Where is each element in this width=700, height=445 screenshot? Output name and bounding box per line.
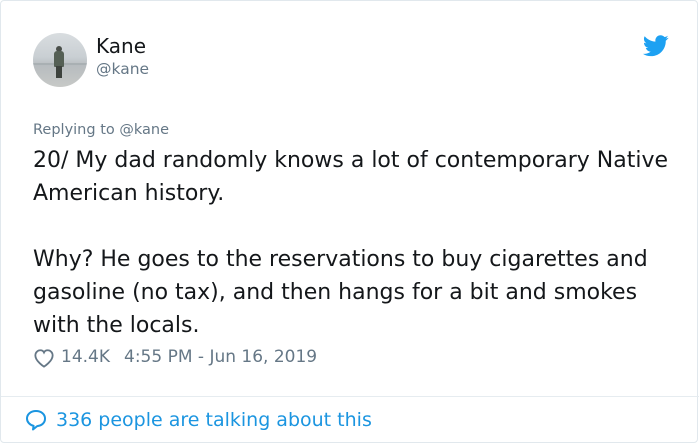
tweet-meta: 14.4K 4:55 PM - Jun 16, 2019 [33, 345, 317, 369]
replying-to[interactable]: Replying to @kane [33, 120, 169, 140]
author-handle[interactable]: @kane [96, 59, 149, 79]
tweet-paragraph: Why? He goes to the reservations to buy … [33, 247, 648, 338]
tweet-paragraph: 20/ My dad randomly knows a lot of conte… [33, 148, 669, 206]
heart-icon[interactable] [33, 348, 55, 368]
conversation-count[interactable]: 336 people are talking about this [56, 407, 372, 433]
speech-bubble-icon [26, 410, 46, 431]
tweet-card: Kane @kane Replying to @kane 20/ My dad … [0, 0, 699, 443]
timestamp[interactable]: 4:55 PM - Jun 16, 2019 [124, 345, 317, 369]
tweet-text: 20/ My dad randomly knows a lot of conte… [33, 144, 673, 342]
avatar-figure-legs [56, 66, 62, 78]
twitter-bird-icon[interactable] [643, 35, 669, 57]
conversation-link[interactable]: 336 people are talking about this [24, 407, 372, 433]
like-count[interactable]: 14.4K [61, 345, 110, 369]
author-name[interactable]: Kane [96, 34, 146, 58]
avatar[interactable] [33, 33, 87, 87]
avatar-figure-body [54, 51, 64, 67]
divider [1, 396, 699, 397]
